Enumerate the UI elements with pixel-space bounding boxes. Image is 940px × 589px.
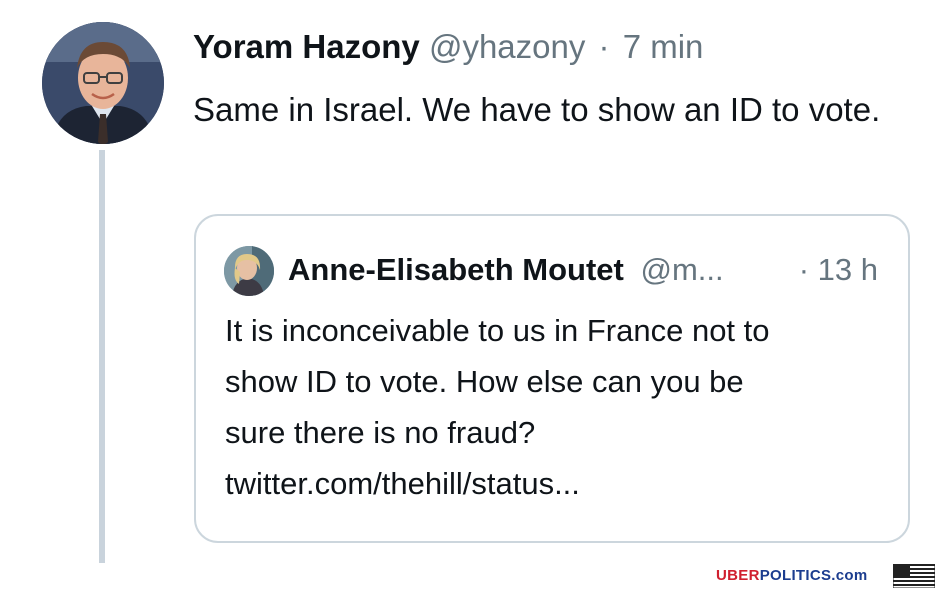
quoted-tweet-header: Anne-Elisabeth Moutet @m... · 13 h xyxy=(288,250,888,290)
author-name[interactable]: Yoram Hazony xyxy=(193,28,420,65)
author-handle[interactable]: @yhazony xyxy=(429,28,585,65)
quoted-header-separator: · xyxy=(798,252,810,287)
tweet-timestamp[interactable]: 7 min xyxy=(623,28,704,65)
us-flag-icon xyxy=(893,564,935,588)
watermark-part-politics: POLITICS xyxy=(759,567,832,584)
quoted-tweet-meta: · 13 h xyxy=(799,250,878,290)
author-avatar[interactable] xyxy=(42,22,164,144)
thread-connector-line xyxy=(99,150,105,570)
watermark-part-uber: UBER xyxy=(716,567,760,584)
quoted-author-portrait-image xyxy=(224,246,274,296)
quoted-tweet-timestamp[interactable]: 13 h xyxy=(818,252,878,287)
quoted-text-line: It is inconceivable to us in France not … xyxy=(225,313,770,348)
quoted-author-name[interactable]: Anne-Elisabeth Moutet xyxy=(288,252,624,287)
quoted-author-handle[interactable]: @m... xyxy=(632,252,723,287)
quoted-tweet-link[interactable]: twitter.com/thehill/status... xyxy=(225,458,895,509)
tweet-text: Same in Israel. We have to show an ID to… xyxy=(193,91,881,128)
quoted-text-line: show ID to vote. How else can you be xyxy=(225,364,744,399)
tweet-header: Yoram Hazony @yhazony · 7 min xyxy=(193,25,703,69)
header-separator: · xyxy=(598,28,610,65)
uberpolitics-watermark: UBERPOLITICS.com xyxy=(716,566,868,586)
quoted-tweet-text: It is inconceivable to us in France not … xyxy=(225,305,895,509)
watermark-part-com: .com xyxy=(831,567,868,584)
author-portrait-image xyxy=(42,22,164,144)
quoted-author-avatar[interactable] xyxy=(224,246,274,296)
quoted-text-line: sure there is no fraud? xyxy=(225,415,536,450)
